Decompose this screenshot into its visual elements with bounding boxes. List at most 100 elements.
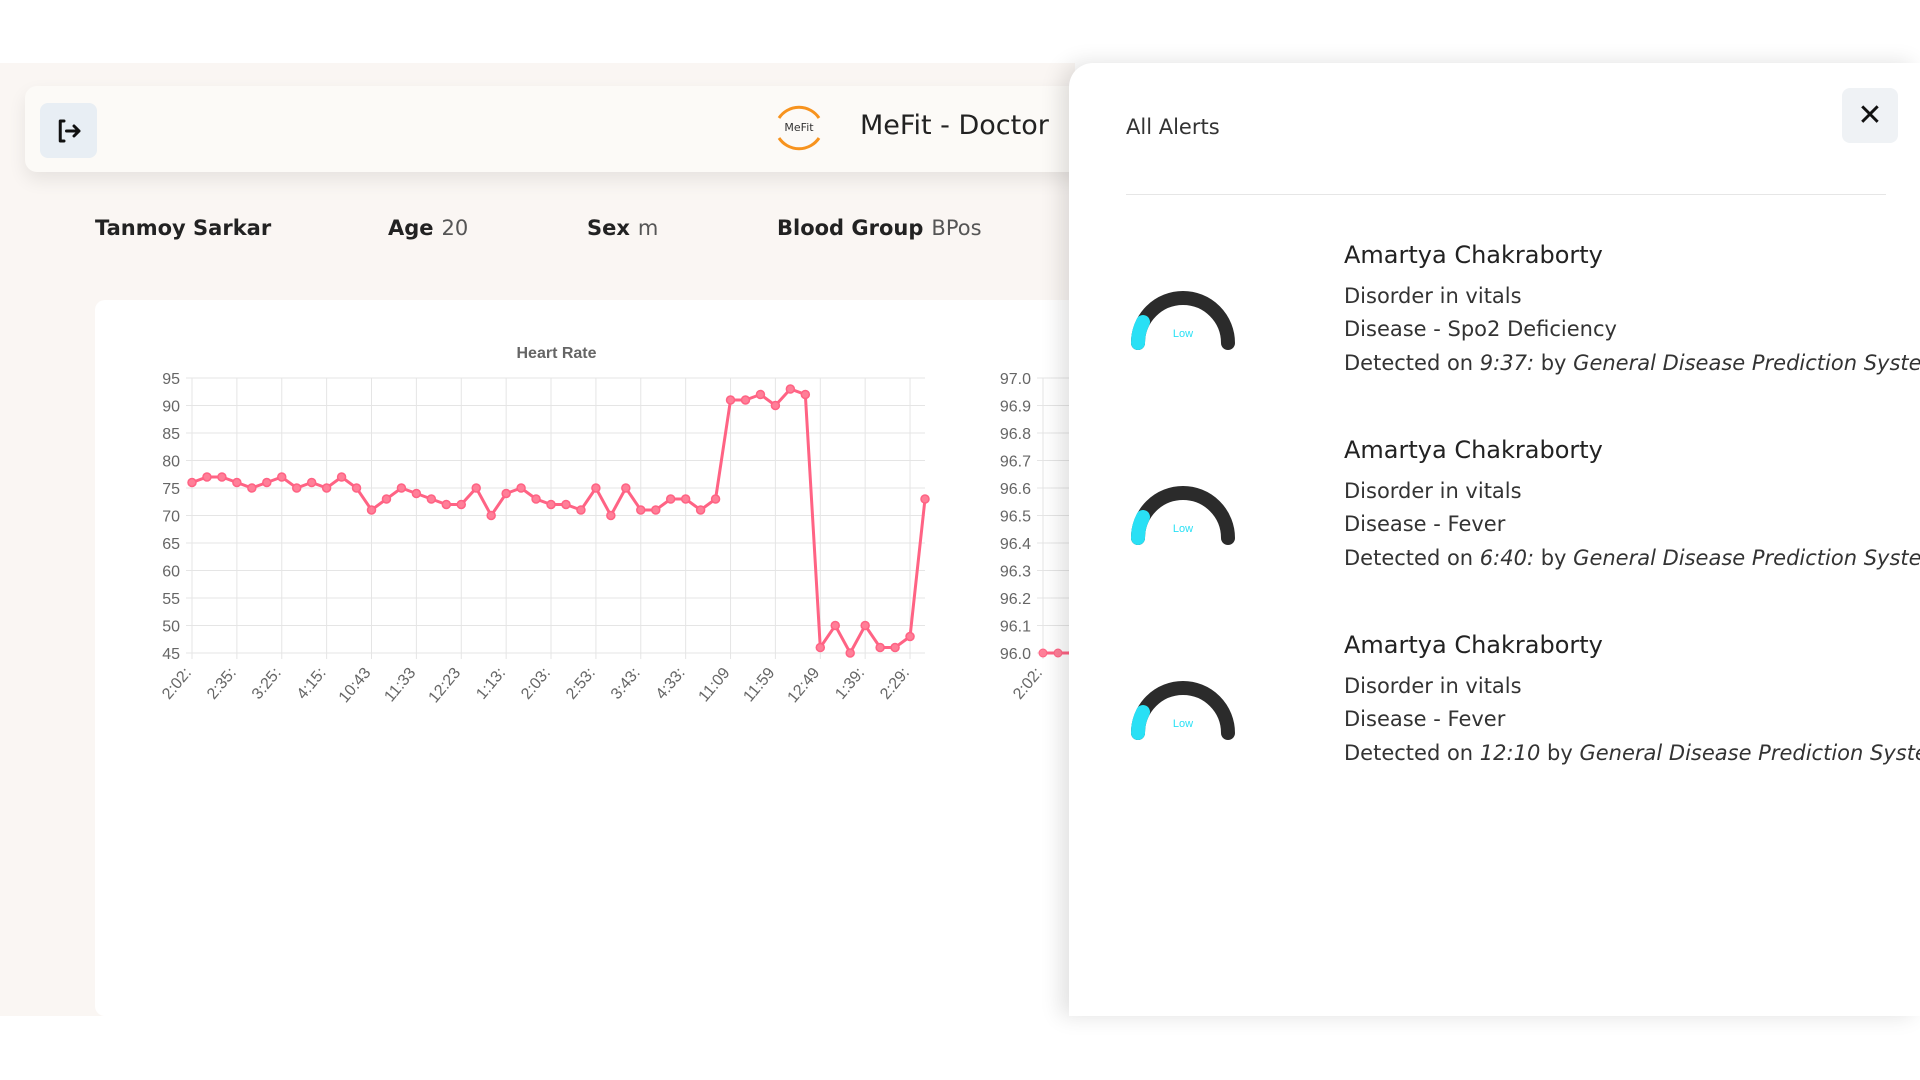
y-tick-label: 96.6 [1000,481,1031,498]
alert-disease: Disease - Fever [1344,512,1506,536]
heart-rate-point [441,499,452,510]
x-tick-label: 12:49 [785,665,824,707]
x-tick-label: 2:03: [518,665,554,703]
x-tick-label: 10:43 [336,665,375,707]
x-tick-label: 11:09 [696,665,734,706]
heart-rate-point [471,483,481,493]
blood-value: BPos [931,216,982,240]
sex-value: m [637,216,659,240]
heart-rate-point [650,505,661,515]
detection-system: General Disease Prediction System [1573,351,1920,375]
alert-item[interactable]: Low Amartya Chakraborty Disorder in vita… [1126,436,1920,606]
heart-rate-point [187,477,197,488]
heart-rate-point [232,477,242,488]
heart-rate-point [680,494,691,504]
heart-rate-point [800,389,811,400]
close-button[interactable]: ✕ [1842,88,1898,143]
heart-rate-point [396,483,407,493]
age-label: Age [388,216,434,240]
patient-blood-group: Blood Group BPos [777,216,982,240]
y-tick-label: 65 [162,536,180,553]
y-tick-label: 96.5 [1000,509,1031,526]
y-tick-label: 45 [162,646,180,663]
y-tick-label: 96.2 [1000,591,1031,608]
x-tick-label: 2:02: [1010,665,1046,703]
x-tick-label: 11:59 [740,665,778,706]
y-tick-label: 96.3 [1000,564,1031,581]
alert-type: Disorder in vitals [1344,284,1522,308]
heart-rate-point [740,395,751,405]
by-label: by [1547,741,1573,765]
y-tick-label: 85 [162,426,180,443]
heart-rate-point [845,648,855,658]
alert-disease: Disease - Fever [1344,707,1506,731]
heart-rate-point [875,642,885,653]
alert-item[interactable]: Low Amartya Chakraborty Disorder in vita… [1126,241,1920,411]
y-tick-label: 50 [162,619,180,636]
heart-rate-point [860,620,870,631]
x-tick-label: 2:53: [563,665,599,703]
vitals-charts: Heart Rate95908580757065605550452:02: 2:3… [159,345,1085,707]
patient-sex: Sex m [587,216,658,240]
heart-rate-point [725,395,736,405]
heart-rate-point [920,494,930,504]
alert-item[interactable]: Low Amartya Chakraborty Disorder in vita… [1126,631,1920,801]
x-tick-label: 2:29: [877,665,913,703]
x-tick-label: 1:39: [832,665,868,703]
detected-label: Detected on [1344,546,1474,570]
heart-rate-point [785,384,796,394]
heart-rate-point [755,389,766,400]
y-tick-label: 55 [162,591,180,608]
heart-rate-point [710,494,721,504]
heart-rate-point [202,472,212,482]
alert-detected: Detected on 9:37: by General Disease Pre… [1344,351,1920,375]
logout-button[interactable] [40,103,97,158]
x-tick-label: 1:13: [473,665,509,703]
heart-rate-point [277,472,287,482]
heart-rate-point [531,494,541,504]
heart-rate-point [366,505,377,515]
alert-type: Disorder in vitals [1344,674,1522,698]
y-tick-label: 96.9 [1000,399,1031,416]
heart-rate-point [247,483,257,493]
x-tick-label: 4:15: [294,665,330,703]
severity-gauge: Low [1131,681,1235,740]
heart-rate-point [381,494,392,504]
heart-rate-point [217,472,227,482]
y-tick-label: 96.0 [1000,646,1031,663]
detected-time: 6:40: [1479,546,1535,570]
detected-label: Detected on [1344,351,1474,375]
heart-rate-point [321,483,332,493]
heart-rate-point [606,510,616,521]
x-tick-label: 12:23 [426,665,465,707]
alert-patient-name: Amartya Chakraborty [1344,436,1603,464]
x-tick-label: 3:43: [608,665,644,703]
y-tick-label: 96.8 [1000,426,1031,443]
heart-rate-point [830,620,840,631]
gauge-label: Low [1173,718,1193,730]
logo-text: MeFit [784,121,814,134]
detection-system: General Disease Prediction System [1573,546,1920,570]
heart-rate-point [291,483,302,493]
heart-rate-line [191,387,927,657]
divider [1126,194,1886,195]
logout-icon [58,119,80,142]
detected-time: 12:10 [1479,741,1541,765]
heart-rate-point [695,505,706,515]
app-header: MeFit MeFit - Doctor [25,86,1085,172]
charts-card: Heart Rate 95 90 85 80 75 70 65 60 55 50 45 2:02: 2:3… [95,300,1085,1016]
heart-rate-point [501,488,511,499]
gauge-label: Low [1173,328,1193,340]
alert-type: Disorder in vitals [1344,479,1522,503]
mefit-logo: MeFit [771,100,827,156]
patient-name: Tanmoy Sarkar [95,216,271,240]
heart-rate-point [636,505,646,515]
heart-rate-point [576,505,586,515]
y-tick-label: 97.0 [1000,371,1031,388]
alert-patient-name: Amartya Chakraborty [1344,241,1603,269]
close-icon: ✕ [1857,98,1883,133]
alert-detected: Detected on 6:40: by General Disease Pre… [1344,546,1920,570]
patient-age: Age 20 [388,216,468,240]
heart-rate-point [561,499,571,510]
by-label: by [1540,546,1567,570]
